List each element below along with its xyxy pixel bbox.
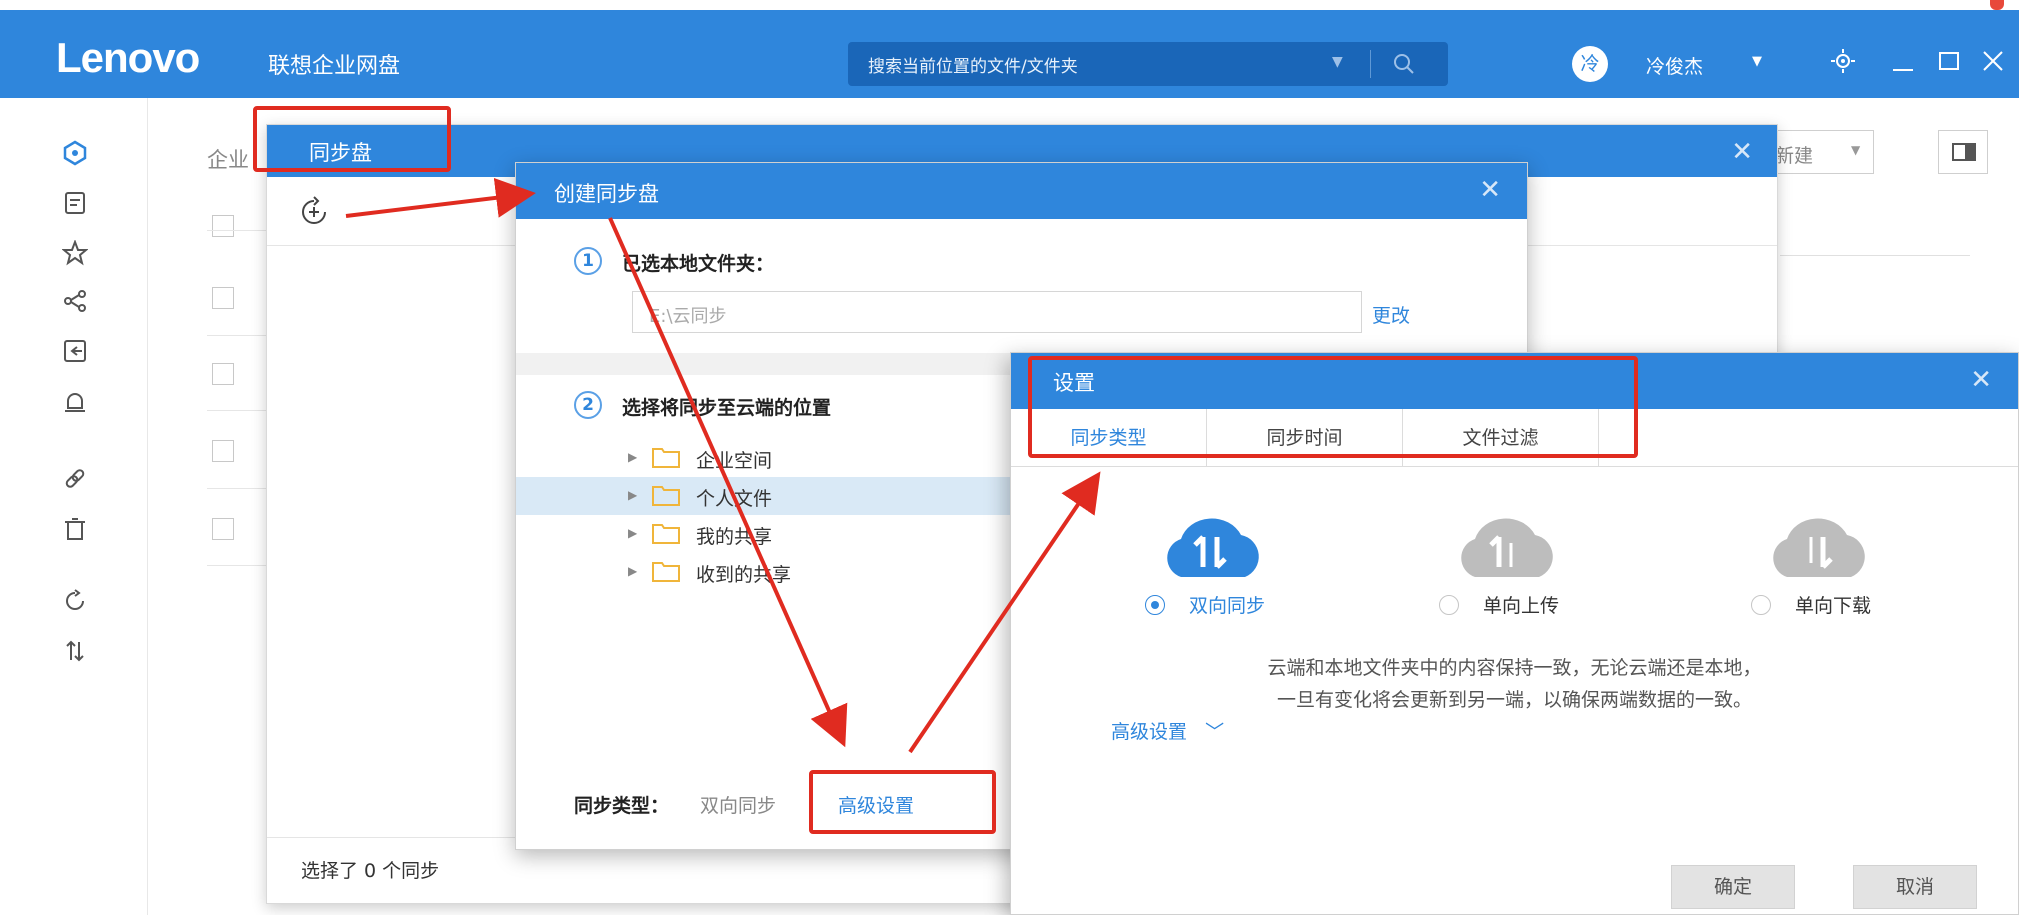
row-divider [207,488,267,489]
new-dropdown-icon: ▼ [1851,143,1861,157]
row-checkbox[interactable] [212,363,234,385]
row-checkbox[interactable] [212,287,234,309]
lenovo-logo: Lenovo [56,34,200,81]
step-number: 1 [574,247,602,275]
nav-notification-bell-icon[interactable] [62,390,88,416]
select-all-checkbox[interactable] [212,215,234,237]
minimize-icon[interactable] [1888,46,1918,76]
nav-transfer-icon[interactable] [62,638,88,664]
new-button-label: 新建 [1775,145,1814,167]
option-one-way-download[interactable]: 单向下载 [1751,513,1901,633]
breadcrumb[interactable]: 企业 [207,144,249,174]
local-folder-field[interactable]: E:\云同步 [632,291,1362,333]
app-title: 联想企业网盘 [268,54,401,79]
download-cloud-icon [1773,518,1865,577]
annotation-box-settings-tabs [1028,356,1638,458]
close-icon[interactable]: ✕ [1731,137,1753,167]
folder-icon [652,448,680,468]
advanced-settings-toggle[interactable]: 高级设置 ﹀ [1111,717,1224,744]
local-folder-path: E:\云同步 [649,306,727,327]
ok-button[interactable]: 确定 [1671,865,1795,909]
row-divider [207,565,267,566]
tree-item-label: 企业空间 [696,450,773,472]
change-folder-link[interactable]: 更改 [1372,301,1410,328]
search-input[interactable]: 搜索当前位置的文件/文件夹 [868,52,1078,77]
sync-type-label: 同步类型： [574,795,670,817]
sync-type-value: 双向同步 [700,795,777,817]
radio-one-way-upload[interactable] [1439,595,1459,615]
maximize-icon[interactable] [1934,46,1964,76]
radio-one-way-download[interactable] [1751,595,1771,615]
search-dropdown-icon[interactable]: ▼ [1332,54,1343,70]
settings-gear-icon[interactable] [1828,46,1858,76]
two-way-sync-cloud-icon [1167,518,1259,577]
add-sync-icon[interactable] [297,195,331,229]
nav-files-icon[interactable] [62,190,88,216]
step1-label: 已选本地文件夹： [622,253,775,275]
notification-marker [1990,0,2004,10]
sync-description-line2: 一旦有变化将会更新到另一端，以确保两端数据的一致。 [1276,689,1752,711]
user-avatar[interactable]: 冷 [1572,46,1608,82]
tree-item-label: 收到的共享 [696,564,792,586]
search-separator [1370,50,1371,78]
header-divider [1780,255,1970,256]
folder-icon [652,562,680,582]
toggle-panel-button[interactable] [1938,130,1988,174]
search-icon[interactable] [1392,52,1416,76]
row-checkbox[interactable] [212,440,234,462]
upload-cloud-icon [1461,518,1553,577]
nav-enterprise-icon[interactable] [62,140,88,166]
expand-arrow-icon[interactable]: ▶ [628,564,637,578]
row-divider [207,335,267,336]
expand-arrow-icon[interactable]: ▶ [628,488,637,502]
row-checkbox[interactable] [212,518,234,540]
step-number: 2 [574,391,602,419]
radio-two-way-sync[interactable] [1145,595,1165,615]
chevron-down-icon: ﹀ [1205,721,1225,743]
nav-sync-icon[interactable] [62,588,88,614]
row-divider [207,410,267,411]
user-menu-chevron-icon[interactable]: ▼ [1752,54,1762,69]
search-box[interactable]: 搜索当前位置的文件/文件夹 ▼ [848,42,1448,86]
panel-layout-icon [1952,143,1976,161]
cancel-button[interactable]: 取消 [1853,865,1977,909]
folder-icon [652,486,680,506]
left-nav [0,98,148,915]
nav-link-icon[interactable] [62,466,88,492]
close-icon[interactable]: ✕ [1479,175,1501,205]
expand-arrow-icon[interactable]: ▶ [628,450,637,464]
nav-trash-icon[interactable] [62,516,88,542]
option-label: 单向上传 [1483,595,1560,617]
nav-inbox-icon[interactable] [62,338,88,364]
row-divider [207,230,267,231]
option-label: 单向下载 [1795,595,1872,617]
option-two-way-sync[interactable]: 双向同步 [1145,513,1295,633]
option-one-way-upload[interactable]: 单向上传 [1439,513,1589,633]
nav-favorites-star-icon[interactable] [62,240,88,266]
new-button[interactable]: 新建 ▼ [1768,130,1874,174]
create-dialog-header: 创建同步盘 ✕ [516,163,1527,219]
annotation-box-sync-tab [253,106,451,172]
annotation-box-advanced-settings [809,770,996,834]
sync-description-line1: 云端和本地文件夹中的内容保持一致，无论云端还是本地， [1267,657,1762,679]
nav-share-icon[interactable] [62,288,88,314]
advanced-settings-label: 高级设置 [1111,721,1188,743]
option-label: 双向同步 [1189,595,1266,617]
tree-item-label: 我的共享 [696,526,773,548]
tree-item-label: 个人文件 [696,488,773,510]
top-bar: Lenovo 联想企业网盘 搜索当前位置的文件/文件夹 ▼ 冷 冷俊杰 ▼ [0,10,2019,98]
close-icon[interactable]: ✕ [1970,365,1992,395]
expand-arrow-icon[interactable]: ▶ [628,526,637,540]
user-name[interactable]: 冷俊杰 [1646,52,1703,79]
sync-selection-status: 选择了 0 个同步 [301,860,440,882]
step2-label: 选择将同步至云端的位置 [622,397,832,419]
folder-icon [652,524,680,544]
create-dialog-title: 创建同步盘 [554,182,659,206]
close-window-icon[interactable] [1978,46,2008,76]
